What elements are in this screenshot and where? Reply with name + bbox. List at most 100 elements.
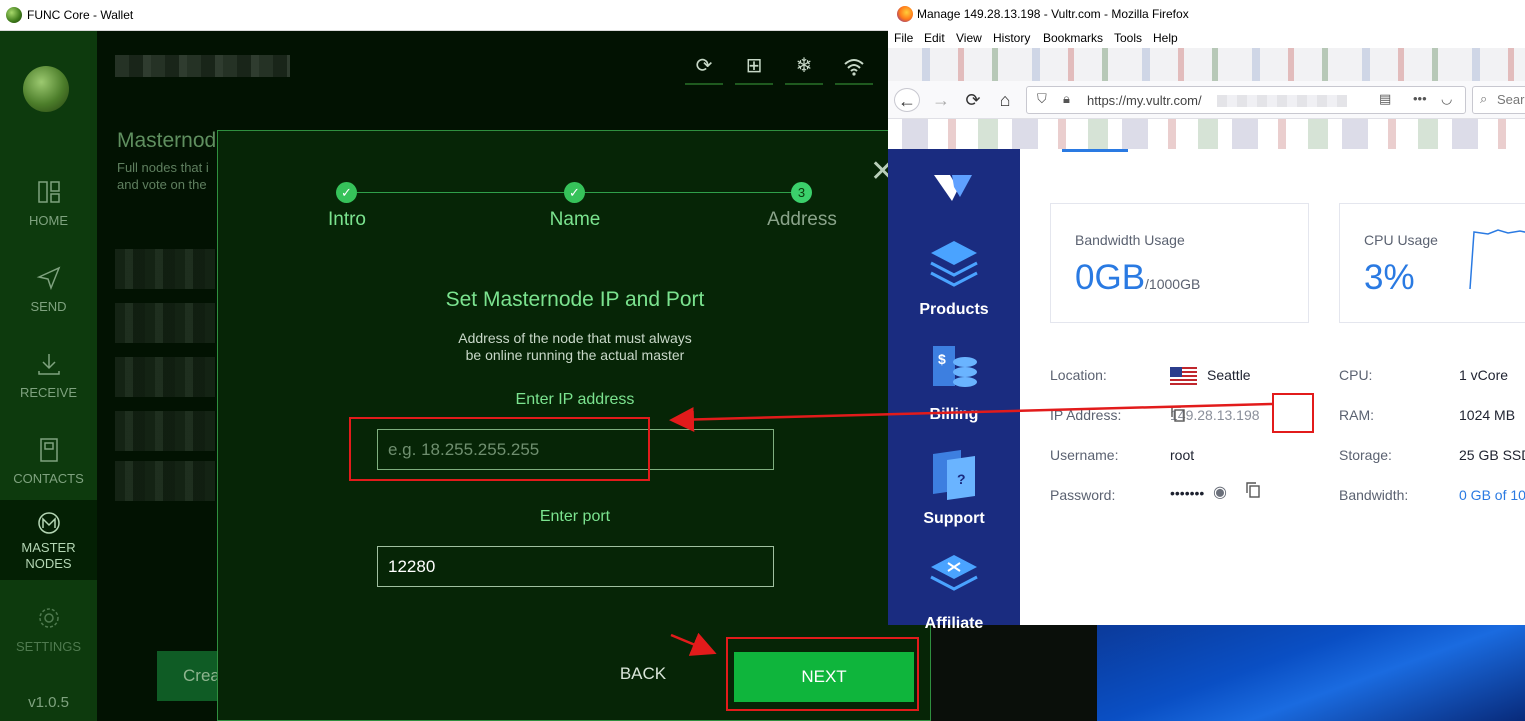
username-label: Username: [1050,447,1119,463]
cpu-sparkline [1469,229,1525,290]
page-title: Masternode [117,129,228,152]
back-button[interactable]: BACK [613,664,673,684]
step-name-check-icon: ✓ [564,182,585,203]
nav-settings[interactable]: SETTINGS [0,587,97,673]
nav-contacts[interactable]: CONTACTS [0,419,97,505]
more-actions-icon[interactable]: ••• [1413,91,1427,106]
url-bar[interactable]: ⛉ 🔒︎ https://my.vultr.com/ ▤ ••• ◡ ☆ [1026,86,1517,114]
port-input[interactable] [377,546,774,587]
vultr-server-overview: Bandwidth Usage 0GB/1000GB CPU Usage 3% … [1020,149,1525,625]
ram-value: 1024 MB [1459,407,1516,423]
ip-address-label: Enter IP address [515,391,635,408]
reader-view-icon[interactable]: ▤ [1379,91,1391,107]
sidebar-item-billing[interactable]: $ Billing [888,342,1020,424]
nav-masternodes[interactable]: MASTER NODES [0,500,97,580]
windows-desktop-wallpaper [1097,625,1525,721]
menu-file[interactable]: File [894,31,913,45]
shield-icon[interactable]: ⛉ [1037,91,1047,107]
wifi-icon[interactable] [835,51,873,85]
sidebar-item-products[interactable]: Products [888,237,1020,319]
masternode-row [115,303,215,343]
affiliate-icon [930,555,978,591]
cpu-usage-card: CPU Usage 3% [1339,203,1525,323]
active-tab-indicator [1062,149,1128,152]
bandwidth-label: Bandwidth: [1339,487,1409,503]
wallet-window: FUNC Core - Wallet HOME SEND RECEIVE CON… [0,0,931,721]
eye-icon[interactable]: ◉ [1213,482,1227,502]
step-address-label: Address [767,209,837,230]
menu-tools[interactable]: Tools [1114,31,1142,45]
home-icon [37,181,60,203]
menu-bookmarks[interactable]: Bookmarks [1043,31,1103,45]
billing-icon: $ [933,346,977,387]
modal-subtitle-line1: Address of the node that must always [458,330,692,346]
search-box[interactable]: ⌕ Sear [1472,86,1525,114]
products-stack-icon [930,241,978,287]
page-description-line1: Full nodes that i [117,160,209,175]
masternode-row [115,357,215,397]
tab-strip-blurred[interactable] [888,48,1525,81]
masternode-row [115,461,215,501]
back-arrow-icon[interactable]: ← [894,88,920,112]
cpu-usage-value: 3% [1364,258,1415,297]
func-app-icon [6,7,22,23]
cpu-label: CPU: [1339,367,1373,383]
refresh-icon[interactable]: ⟳ [685,51,723,85]
firefox-window-title: Manage 149.28.13.198 - Vultr.com - Mozil… [917,7,1189,21]
nav-receive[interactable]: RECEIVE [0,333,97,419]
snowflake-icon[interactable]: ❄ [785,51,823,85]
highlight-next-button [726,637,919,711]
page-description-line2: and vote on the [117,177,207,192]
url-text: https://my.vultr.com/ [1087,93,1202,108]
menu-history[interactable]: History [993,31,1030,45]
lock-icon[interactable]: 🔒︎ [1063,91,1070,107]
nav-masternodes-label-1: MASTER [21,540,76,555]
step-address-number: 3 [791,182,812,203]
nav-send[interactable]: SEND [0,247,97,333]
cpu-usage-title: CPU Usage [1364,232,1438,248]
port-label: Enter port [539,508,611,525]
sidebar-item-support[interactable]: ? Support [888,446,1020,528]
storage-label: Storage: [1339,447,1392,463]
step-name-label: Name [549,209,601,230]
sidebar-item-affiliate[interactable]: Affiliate [888,551,1020,633]
copy-ip-icon[interactable] [1171,406,1185,422]
nav-home[interactable]: HOME [0,161,97,247]
wallet-sidebar: HOME SEND RECEIVE CONTACTS MASTER NODES … [0,31,97,721]
navigation-toolbar: ← → ⟳ ⌂ ⛉ 🔒︎ https://my.vultr.com/ ▤ •••… [888,81,1525,119]
menu-edit[interactable]: Edit [924,31,945,45]
bandwidth-value-link[interactable]: 0 GB of 10 [1459,487,1525,503]
home-icon[interactable]: ⌂ [992,88,1018,112]
firefox-icon [897,6,913,22]
copy-password-icon[interactable] [1246,482,1260,498]
contacts-book-icon [39,438,58,462]
bandwidth-usage-title: Bandwidth Usage [1075,232,1185,248]
us-flag-icon [1170,367,1197,385]
nav-send-label: SEND [30,299,67,314]
sidebar-billing-label: Billing [929,406,979,423]
gear-icon [38,608,59,628]
version-label: v1.0.5 [28,694,69,711]
step-intro-label: Intro [327,209,367,230]
bookmarks-toolbar-blurred[interactable] [888,119,1525,149]
account-name-blurred [115,55,290,77]
bandwidth-usage-card: Bandwidth Usage 0GB/1000GB [1050,203,1309,323]
wallet-window-title: FUNC Core - Wallet [27,8,134,22]
step-connector [357,192,564,193]
storage-value: 25 GB SSD [1459,447,1525,463]
forward-arrow-icon[interactable]: → [928,88,954,112]
firefox-titlebar: Manage 149.28.13.198 - Vultr.com - Mozil… [888,0,1525,28]
reload-icon[interactable]: ⟳ [960,88,986,112]
download-icon [37,354,60,375]
search-placeholder: Sear [1497,92,1525,107]
gift-icon[interactable]: ⊞ [735,51,773,85]
menu-view[interactable]: View [956,31,982,45]
wallet-titlebar: FUNC Core - Wallet [0,0,888,31]
menu-help[interactable]: Help [1153,31,1178,45]
sidebar-products-label: Products [919,301,989,318]
page-description: Full nodes that i and vote on the [117,159,227,193]
pocket-icon[interactable]: ◡ [1441,91,1452,107]
vultr-logo[interactable] [932,171,974,209]
modal-subtitle: Address of the node that must always be … [425,330,725,364]
support-icon: ? [933,450,975,500]
